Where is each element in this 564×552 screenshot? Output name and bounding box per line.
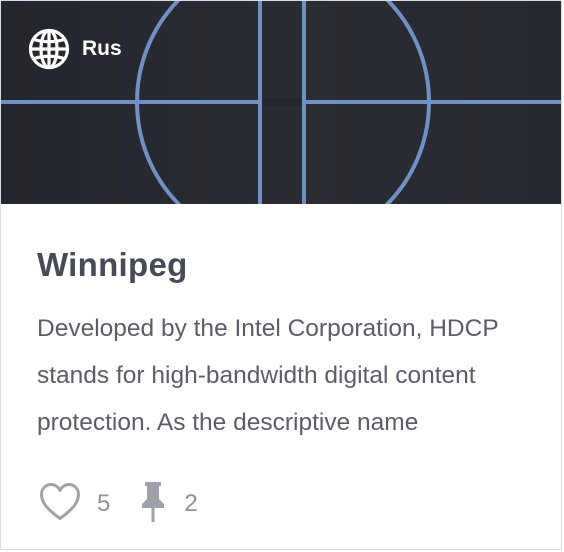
pin-button[interactable]: 2: [140, 481, 198, 528]
like-button[interactable]: 5: [39, 482, 110, 527]
card-title[interactable]: Winnipeg: [37, 241, 537, 289]
language-label: Rus: [82, 37, 122, 60]
globe-icon: [28, 28, 70, 70]
article-card[interactable]: Rus Winnipeg Developed by the Intel Corp…: [0, 0, 562, 550]
card-description: Developed by the Intel Corporation, HDCP…: [37, 315, 499, 436]
pin-icon: [140, 481, 166, 528]
language-selector[interactable]: Rus: [28, 28, 122, 70]
pin-count: 2: [184, 490, 198, 517]
like-count: 5: [97, 490, 111, 517]
card-banner: Rus: [1, 1, 561, 204]
heart-icon: [39, 482, 81, 527]
card-footer: 5 2: [39, 481, 198, 527]
card-content: Winnipeg Developed by the Intel Corporat…: [37, 241, 537, 446]
